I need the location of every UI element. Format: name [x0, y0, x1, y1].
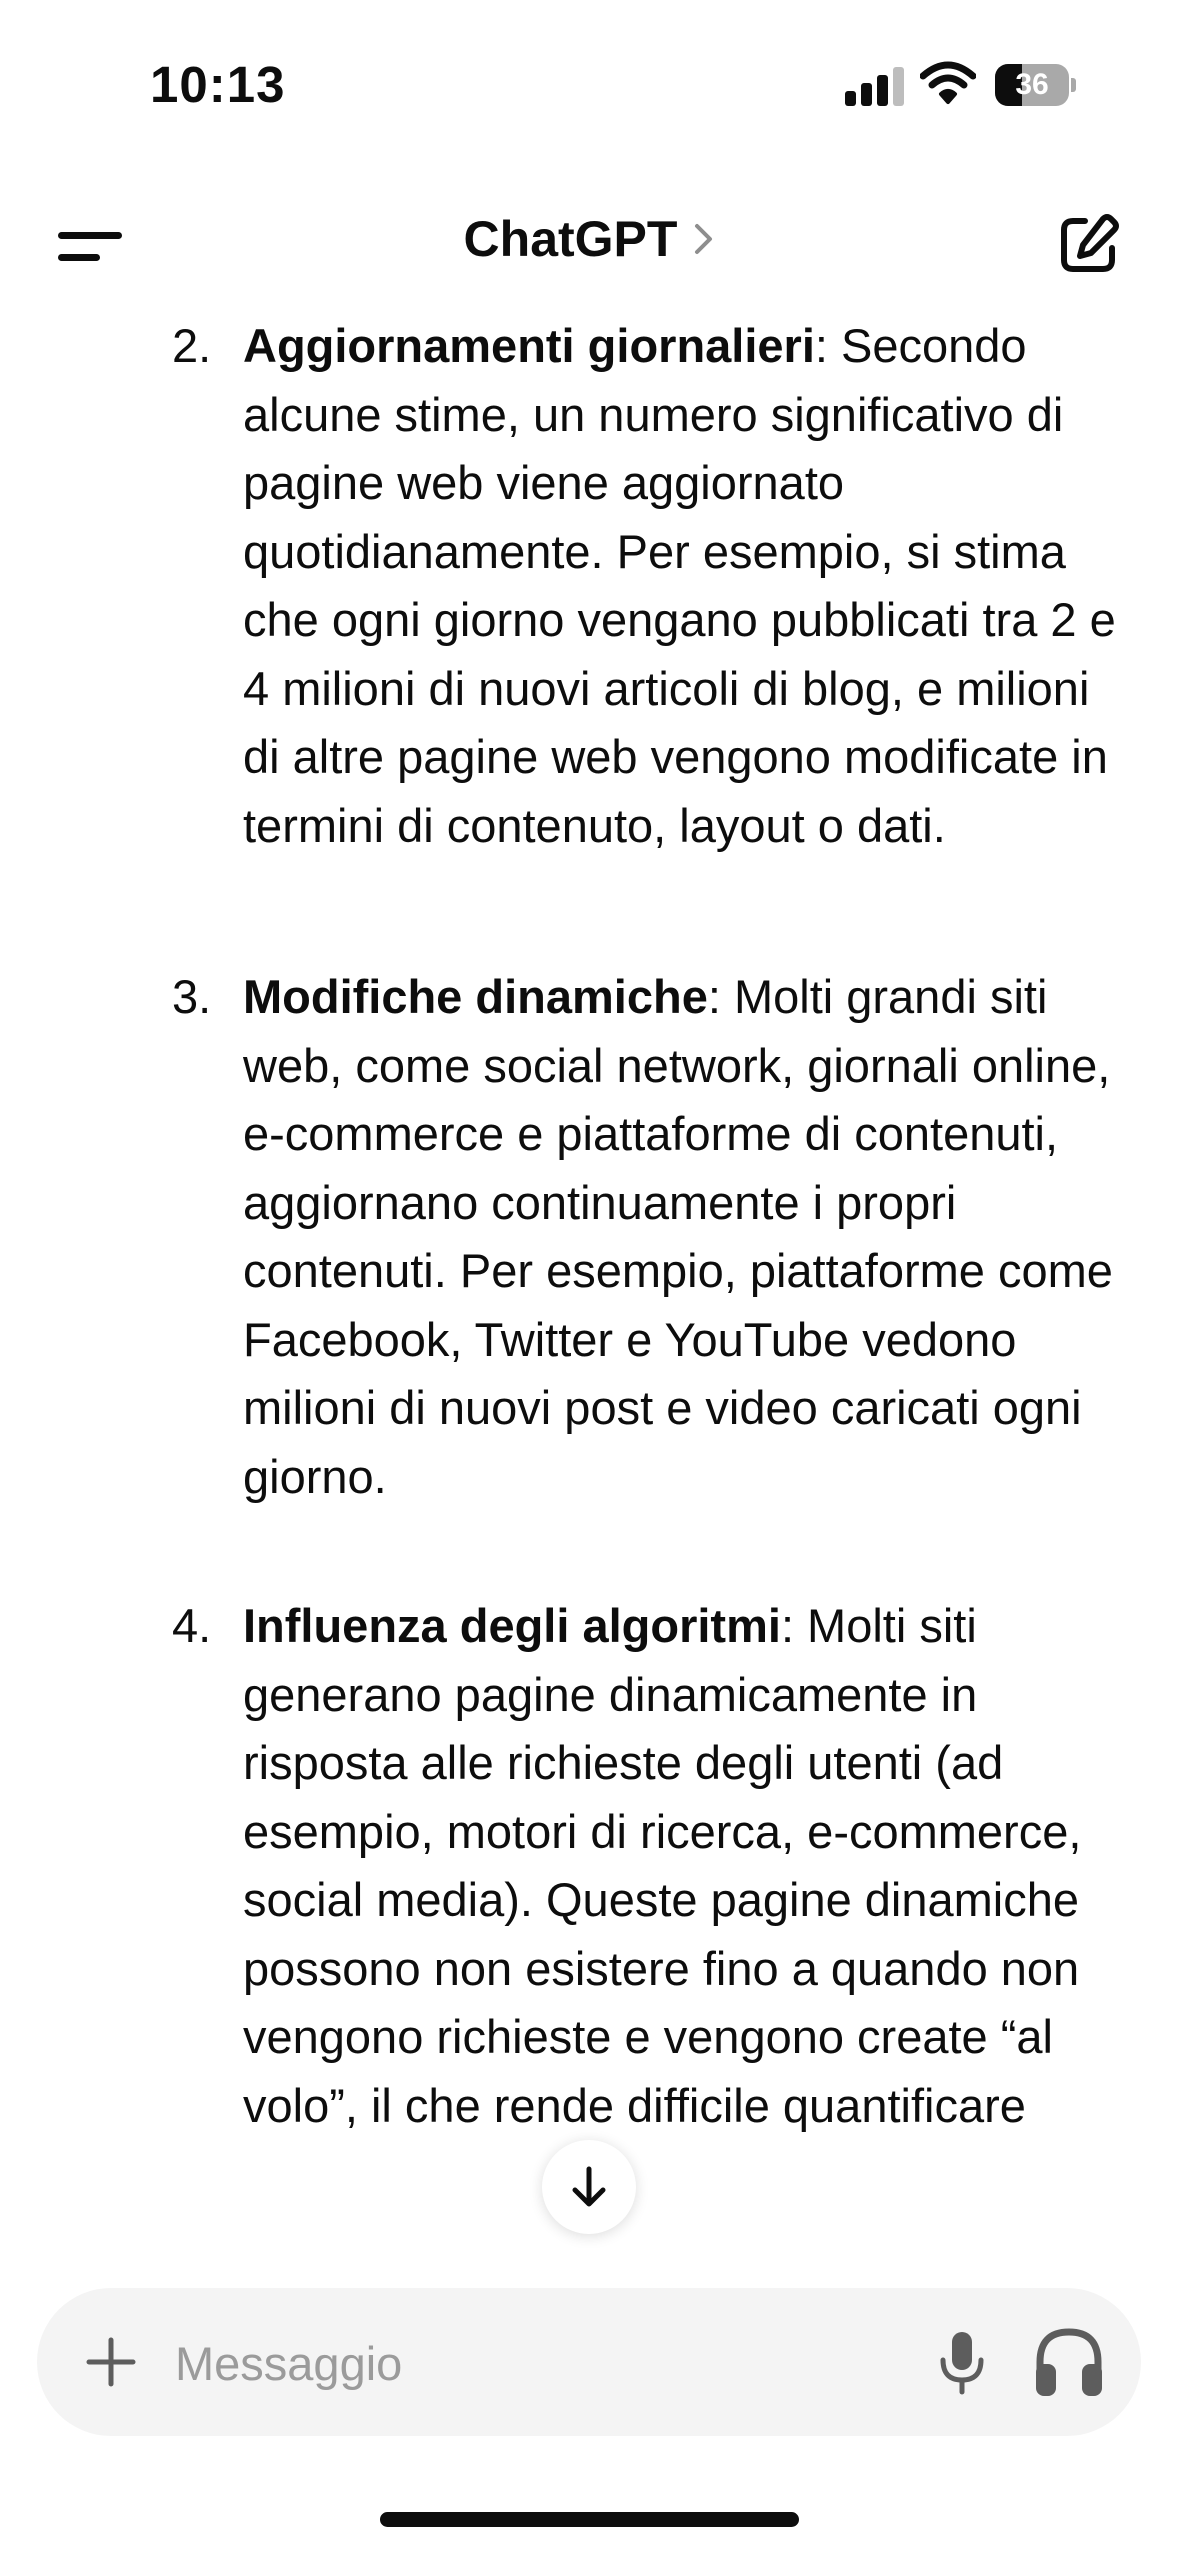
arrow-down-icon [572, 2166, 606, 2207]
page-title: ChatGPT [463, 211, 678, 267]
list-item-text: Modifiche dinamiche: Molti grandi siti w… [243, 963, 1123, 1511]
list-item-lead: Aggiornamenti giornalieri [243, 319, 815, 372]
status-time: 10:13 [150, 56, 286, 113]
plus-icon[interactable] [81, 2332, 141, 2392]
list-item-body: : Molti grandi siti web, come social net… [243, 970, 1113, 1503]
microphone-icon[interactable] [937, 2328, 987, 2396]
status-bar: 10:13 36 [0, 0, 1179, 170]
cellular-signal-icon [845, 66, 905, 106]
wifi-icon [919, 60, 977, 106]
list-item-body: : Secondo alcune stime, un numero signif… [243, 319, 1116, 852]
list-item-body: : Molti siti generano pagine dinamicamen… [243, 1599, 1082, 2132]
scroll-to-bottom-button[interactable] [542, 2140, 636, 2234]
list-item-number: 2. [172, 319, 212, 372]
list-item-text: Influenza degli algoritmi: Molti siti ge… [243, 1592, 1123, 2140]
list-item-lead: Influenza degli algoritmi [243, 1599, 781, 1652]
home-indicator [380, 2512, 799, 2527]
list-item-lead: Modifiche dinamiche [243, 970, 708, 1023]
model-selector[interactable]: ChatGPT [464, 210, 716, 268]
battery-percent: 36 [1015, 68, 1049, 101]
assistant-message: 2. Aggiornamenti giornalieri: Secondo al… [0, 310, 1179, 2255]
headphones-icon[interactable] [1032, 2324, 1106, 2400]
composer [37, 2288, 1141, 2436]
list-item-text: Aggiornamenti giornalieri: Secondo alcun… [243, 312, 1123, 860]
list-item-number: 4. [172, 1599, 212, 1652]
message-input[interactable] [173, 2322, 917, 2404]
list-item-number: 3. [172, 970, 212, 1023]
new-chat-icon[interactable] [1055, 212, 1121, 278]
composer-area [0, 2255, 1179, 2556]
chevron-right-icon [695, 224, 713, 254]
chat-header: ChatGPT [0, 180, 1179, 310]
battery-icon: 36 [995, 64, 1076, 106]
